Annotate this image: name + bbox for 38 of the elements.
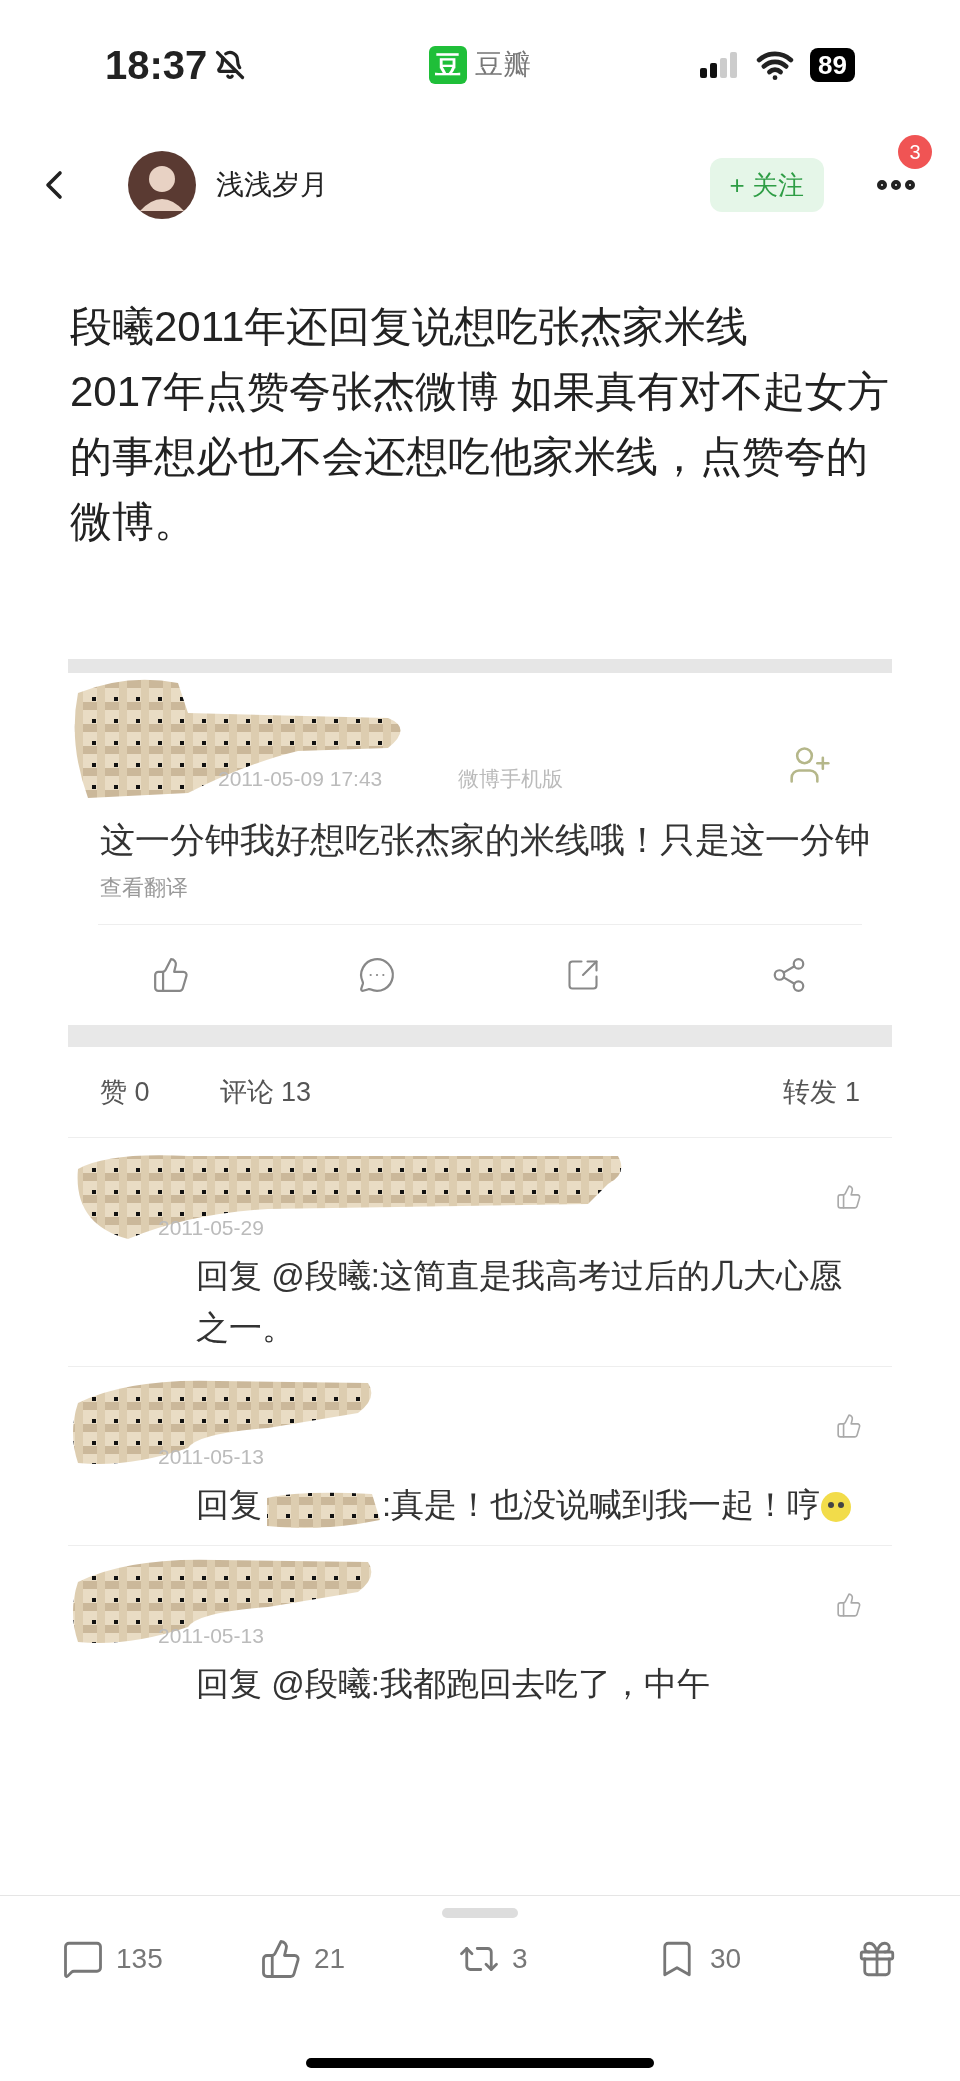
drag-handle[interactable] bbox=[442, 1908, 518, 1918]
battery-level: 89 bbox=[810, 48, 855, 82]
like-icon[interactable] bbox=[836, 1592, 862, 1619]
post-text: 段曦2011年还回复说想吃张杰家米线 bbox=[70, 302, 750, 352]
like-icon[interactable] bbox=[836, 1413, 862, 1439]
comment-text: 回复 bbox=[196, 1486, 262, 1523]
avatar bbox=[128, 151, 196, 219]
comment-icon[interactable] bbox=[358, 956, 396, 994]
stat-count[interactable]: 赞 0 bbox=[100, 1071, 150, 1113]
app-name: 豆瓣 bbox=[475, 48, 531, 82]
repost-button[interactable]: 3 bbox=[458, 1938, 656, 1980]
comment-date: 2011-05-13 bbox=[158, 1444, 264, 1470]
post-text: 2017年点赞夸张杰微博 如果真有对不起女方的事想必也不会还想吃他家米线，点赞夸的微博。 bbox=[70, 367, 890, 547]
comment-text: 回复 @段曦:这简直是我高考过后的几大心愿之一。 bbox=[196, 1257, 842, 1346]
comment-date: 2011-05-13 bbox=[158, 1623, 264, 1650]
follow-button[interactable]: + 关注 bbox=[709, 158, 824, 212]
app-badge: 豆 bbox=[429, 46, 467, 84]
username[interactable]: 浅浅岁月 bbox=[216, 164, 328, 206]
like-button[interactable]: 21 bbox=[260, 1938, 458, 1980]
stat-count[interactable]: 评论 13 bbox=[219, 1071, 312, 1113]
like-icon[interactable] bbox=[152, 956, 190, 994]
comment-date: 2011-05-29 bbox=[158, 1215, 264, 1241]
clock-time: 18:37 bbox=[105, 42, 208, 89]
translate-link[interactable]: 查看翻译 bbox=[100, 871, 188, 904]
comment-text: :真是！也没说喊到我一起！哼 bbox=[382, 1486, 821, 1523]
like-icon[interactable] bbox=[836, 1184, 862, 1210]
notification-badge: 3 bbox=[898, 135, 932, 169]
comment-text: 回复 @段曦:我都跑回去吃了，中午 bbox=[196, 1665, 710, 1703]
repost-icon[interactable] bbox=[565, 957, 601, 993]
bookmark-button[interactable]: 30 bbox=[656, 1938, 854, 1980]
comment-button[interactable]: 135 bbox=[62, 1938, 260, 1980]
emoji-icon bbox=[820, 1491, 853, 1524]
like-icon bbox=[260, 1938, 302, 1980]
post-timestamp: 2011-05-09 17:43 bbox=[218, 766, 383, 792]
stat-count[interactable]: 转发 1 bbox=[783, 1071, 860, 1113]
bell-off-icon bbox=[215, 50, 246, 80]
post-source: 微博手机版 bbox=[458, 766, 563, 792]
embedded-post-text: 这一分钟我好想吃张杰家的米线哦！只是这一分钟 bbox=[99, 819, 871, 861]
